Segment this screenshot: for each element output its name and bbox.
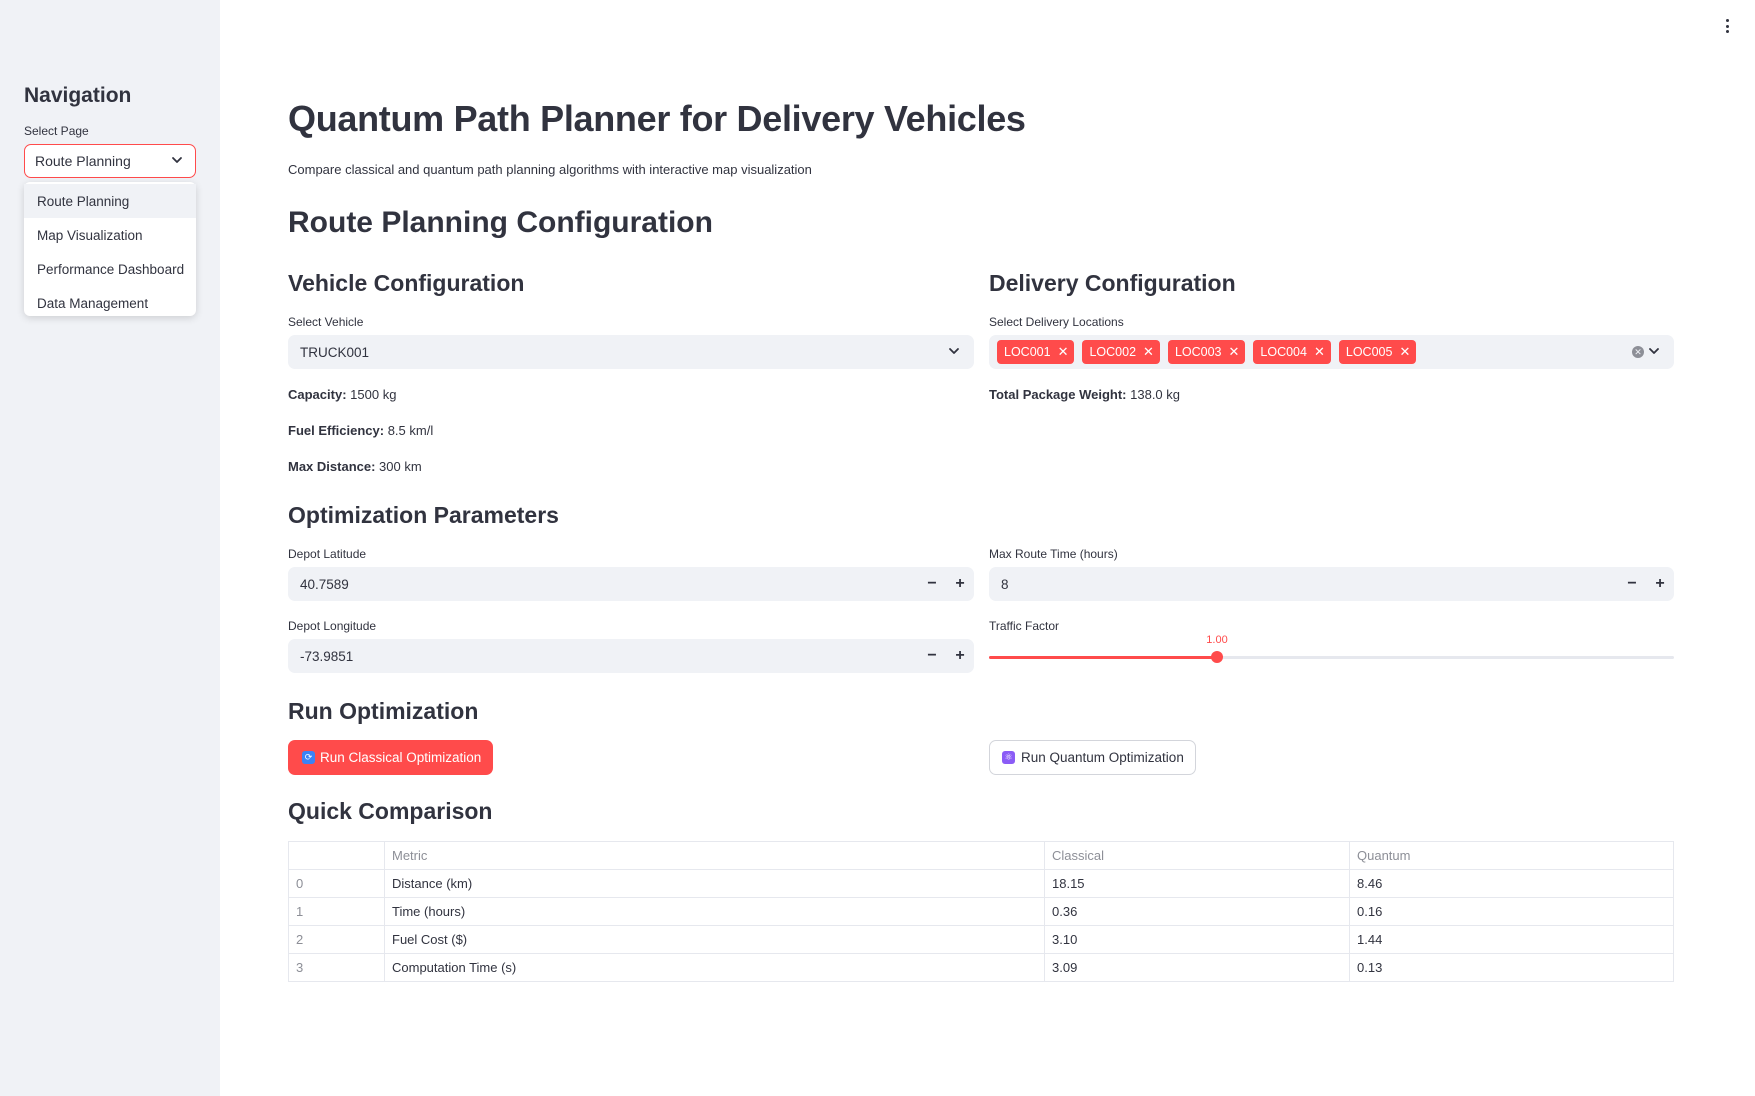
main-menu-icon[interactable] [1721, 16, 1733, 36]
depot-latitude-value[interactable]: 40.7589 [300, 577, 918, 592]
section-title-route-planning: Route Planning Configuration [288, 206, 713, 239]
vehicle-select-label: Select Vehicle [288, 315, 364, 329]
location-tag: LOC005 ✕ [1338, 340, 1417, 364]
decrement-button[interactable]: − [918, 639, 946, 673]
location-tag: LOC004 ✕ [1253, 340, 1331, 364]
quick-comparison-title: Quick Comparison [288, 798, 493, 824]
vehicle-capacity: Capacity: 1500 kg [288, 387, 397, 402]
traffic-factor-value: 1.00 [1206, 634, 1228, 646]
increment-button[interactable]: + [946, 567, 974, 601]
run-classical-label: Run Classical Optimization [320, 750, 482, 765]
quantum-cell: 0.16 [1349, 897, 1674, 926]
run-quantum-button[interactable]: ⚛ Run Quantum Optimization [989, 740, 1196, 775]
table-row: 0 Distance (km) 18.15 8.46 [288, 869, 1674, 898]
page-select-label: Select Page [24, 124, 89, 138]
page-select[interactable]: Route Planning [24, 144, 196, 178]
vehicle-select[interactable]: TRUCK001 [288, 335, 974, 369]
max-route-time-label: Max Route Time (hours) [989, 547, 1118, 561]
quantum-cell: 1.44 [1349, 925, 1674, 954]
column-header-index [288, 841, 385, 870]
table-header-row: Metric Classical Quantum [288, 841, 1674, 870]
menu-item-data-management[interactable]: Data Management [24, 286, 196, 320]
depot-latitude-input[interactable]: 40.7589 − + [288, 567, 974, 601]
row-index: 2 [288, 925, 385, 954]
max-route-time-value[interactable]: 8 [1001, 577, 1618, 592]
classical-cell: 0.36 [1044, 897, 1350, 926]
sidebar-title: Navigation [24, 84, 132, 107]
chevron-down-icon[interactable] [1648, 345, 1660, 357]
vehicle-fuel-efficiency: Fuel Efficiency: 8.5 km/l [288, 423, 434, 438]
location-tag: LOC002 ✕ [1082, 340, 1160, 364]
atom-icon: ⚛ [1002, 751, 1015, 764]
decrement-button[interactable]: − [1618, 567, 1646, 601]
clear-all-icon[interactable]: ✕ [1632, 346, 1644, 358]
total-package-weight: Total Package Weight: 138.0 kg [989, 387, 1180, 402]
depot-longitude-label: Depot Longitude [288, 619, 377, 633]
row-index: 0 [288, 869, 385, 898]
traffic-factor-slider[interactable] [989, 651, 1674, 663]
chevron-down-icon [949, 348, 959, 354]
menu-item-performance-dashboard[interactable]: Performance Dashboard [24, 252, 196, 286]
page-subtitle: Compare classical and quantum path plann… [288, 162, 812, 177]
vehicle-select-value: TRUCK001 [300, 344, 370, 360]
selected-tags: LOC001 ✕ LOC002 ✕ LOC003 ✕ LOC004 ✕ LOC005 ✕ [997, 340, 1417, 364]
menu-item-route-planning[interactable]: Route Planning [24, 184, 196, 218]
remove-tag-icon[interactable]: ✕ [1143, 344, 1154, 360]
delivery-locations-multiselect[interactable]: LOC001 ✕ LOC002 ✕ LOC003 ✕ LOC004 ✕ LOC005 ✕ … [989, 335, 1674, 369]
table-row: 2 Fuel Cost ($) 3.10 1.44 [288, 925, 1674, 954]
classical-cell: 3.10 [1044, 925, 1350, 954]
classical-cell: 18.15 [1044, 869, 1350, 898]
page-select-value: Route Planning [35, 153, 131, 169]
page-dropdown-menu: Route Planning Map Visualization Perform… [24, 182, 196, 316]
quantum-cell: 0.13 [1349, 953, 1674, 982]
traffic-factor-label: Traffic Factor [989, 619, 1060, 633]
remove-tag-icon[interactable]: ✕ [1229, 344, 1240, 360]
decrement-button[interactable]: − [918, 567, 946, 601]
slider-thumb[interactable] [1211, 651, 1223, 663]
row-index: 3 [288, 953, 385, 982]
remove-tag-icon[interactable]: ✕ [1399, 344, 1410, 360]
metric-cell: Computation Time (s) [384, 953, 1045, 982]
chevron-down-icon [172, 157, 182, 163]
remove-tag-icon[interactable]: ✕ [1314, 344, 1325, 360]
depot-longitude-input[interactable]: -73.9851 − + [288, 639, 974, 673]
location-tag: LOC001 ✕ [997, 340, 1075, 364]
table-row: 1 Time (hours) 0.36 0.16 [288, 897, 1674, 926]
depot-latitude-label: Depot Latitude [288, 547, 367, 561]
depot-longitude-value[interactable]: -73.9851 [300, 649, 918, 664]
metric-cell: Fuel Cost ($) [384, 925, 1045, 954]
column-header-quantum[interactable]: Quantum [1349, 841, 1674, 870]
refresh-icon: ⟳ [302, 751, 315, 764]
increment-button[interactable]: + [946, 639, 974, 673]
slider-fill [989, 656, 1217, 659]
delivery-config-title: Delivery Configuration [989, 270, 1236, 296]
location-tag: LOC003 ✕ [1167, 340, 1246, 364]
max-route-time-input[interactable]: 8 − + [989, 567, 1674, 601]
run-classical-button[interactable]: ⟳ Run Classical Optimization [288, 740, 494, 775]
column-header-classical[interactable]: Classical [1044, 841, 1350, 870]
classical-cell: 3.09 [1044, 953, 1350, 982]
page-title: Quantum Path Planner for Delivery Vehicl… [288, 98, 1026, 139]
increment-button[interactable]: + [1646, 567, 1674, 601]
run-quantum-label: Run Quantum Optimization [1021, 750, 1184, 765]
table-row: 3 Computation Time (s) 3.09 0.13 [288, 953, 1674, 982]
metric-cell: Distance (km) [384, 869, 1045, 898]
quantum-cell: 8.46 [1349, 869, 1674, 898]
row-index: 1 [288, 897, 385, 926]
vehicle-config-title: Vehicle Configuration [288, 270, 525, 296]
optimization-params-title: Optimization Parameters [288, 502, 559, 528]
metric-cell: Time (hours) [384, 897, 1045, 926]
comparison-table: Metric Classical Quantum 0 Distance (km)… [288, 841, 1674, 982]
menu-item-map-visualization[interactable]: Map Visualization [24, 218, 196, 252]
column-header-metric[interactable]: Metric [384, 841, 1045, 870]
sidebar: Navigation Select Page Route Planning Ro… [0, 0, 220, 1096]
run-optimization-title: Run Optimization [288, 698, 479, 724]
delivery-select-label: Select Delivery Locations [989, 315, 1124, 329]
vehicle-max-distance: Max Distance: 300 km [288, 459, 422, 474]
remove-tag-icon[interactable]: ✕ [1058, 344, 1069, 360]
